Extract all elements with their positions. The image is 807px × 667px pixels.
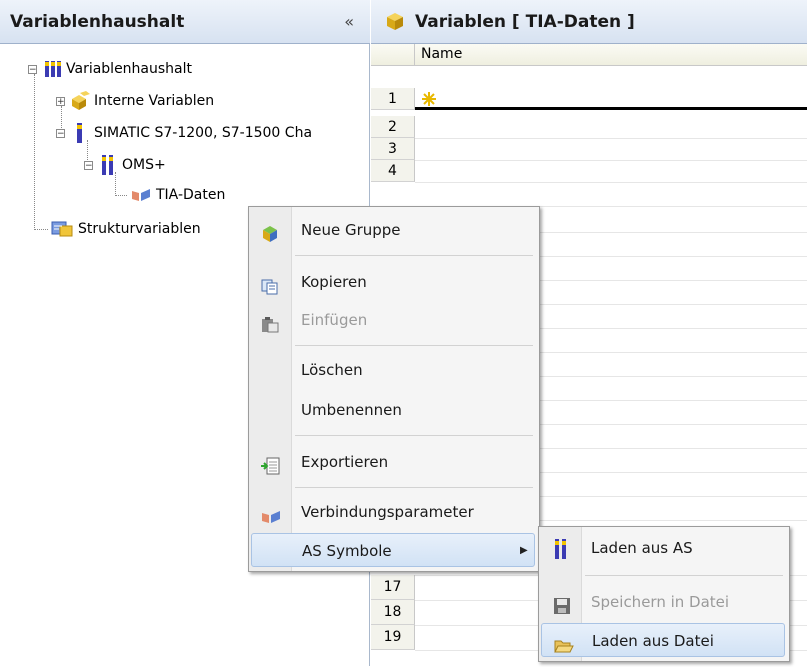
plc-single-icon: [76, 123, 84, 150]
menu-item-speichern-in-datei: Speichern in Datei: [541, 585, 785, 619]
tree-item-tia-daten[interactable]: TIA-Daten: [130, 184, 280, 206]
row-number[interactable]: 2: [371, 116, 415, 138]
struct-icon: [50, 220, 74, 245]
left-panel-title: Variablenhaushalt: [10, 12, 185, 32]
tree-item-interne-variablen[interactable]: + Interne Variablen: [50, 90, 360, 112]
menu-item-label: Löschen: [301, 361, 363, 379]
menu-item-neue-gruppe[interactable]: Neue Gruppe: [251, 213, 535, 247]
tree-item-variablenhaushalt[interactable]: − Variablenhaushalt: [22, 58, 362, 80]
menu-separator: [295, 487, 533, 488]
grid-line: [415, 182, 807, 183]
menu-item-label: Neue Gruppe: [301, 221, 401, 239]
menu-separator: [295, 435, 533, 436]
menu-item-label: Laden aus Datei: [592, 632, 714, 650]
menu-item-label: Exportieren: [301, 453, 389, 471]
cube-icon: [385, 11, 405, 35]
tree-line: [115, 195, 127, 196]
menu-item-kopieren[interactable]: Kopieren: [251, 265, 535, 299]
open-folder-icon: [554, 633, 574, 653]
menu-item-label: Speichern in Datei: [591, 593, 730, 611]
menu-item-umbenennen[interactable]: Umbenennen: [251, 393, 535, 427]
context-menu: Neue Gruppe Kopieren Einfügen Löschen Um…: [248, 206, 540, 572]
row-number[interactable]: 1: [371, 88, 415, 110]
tree-line: [34, 229, 48, 230]
variable-root-icon: [44, 60, 62, 85]
menu-item-verbindungsparameter[interactable]: Verbindungsparameter: [251, 495, 535, 529]
tree-item-strukturvariablen[interactable]: Strukturvariablen: [50, 218, 250, 240]
cube-group-icon: [69, 91, 91, 118]
menu-item-laden-aus-datei[interactable]: Laden aus Datei: [541, 623, 785, 657]
menu-separator: [295, 345, 533, 346]
row-number[interactable]: 19: [371, 625, 415, 650]
plc-double-icon: [102, 155, 114, 182]
menu-item-loeschen[interactable]: Löschen: [251, 353, 535, 387]
tree-line: [34, 74, 35, 230]
export-icon: [261, 454, 280, 475]
row-number[interactable]: 18: [371, 600, 415, 625]
copy-icon: [261, 274, 279, 295]
tree-item-label: Interne Variablen: [94, 93, 215, 109]
menu-separator: [585, 575, 783, 576]
menu-item-label: Laden aus AS: [591, 539, 693, 557]
tree-item-label: OMS+: [122, 157, 166, 173]
paste-icon: [261, 312, 279, 333]
tree-item-label: TIA-Daten: [156, 187, 226, 203]
collapse-toggle-icon[interactable]: −: [84, 161, 93, 171]
menu-item-label: Kopieren: [301, 273, 367, 291]
tree-item-oms[interactable]: − OMS+: [78, 154, 278, 176]
menu-item-exportieren[interactable]: Exportieren: [251, 445, 535, 479]
left-panel-header: Variablenhaushalt «: [0, 0, 370, 44]
as-symbole-submenu: Laden aus AS Speichern in Datei Laden au…: [538, 526, 790, 662]
menu-item-label: Umbenennen: [301, 401, 402, 419]
menu-item-laden-aus-as[interactable]: Laden aus AS: [541, 531, 785, 565]
collapse-toggle-icon[interactable]: −: [28, 65, 37, 75]
submenu-arrow-icon: ▶: [520, 545, 528, 556]
column-header-name[interactable]: Name: [415, 44, 807, 66]
tree-item-label: Strukturvariablen: [78, 221, 201, 237]
menu-item-label: Einfügen: [301, 311, 368, 329]
connection-icon: [261, 504, 280, 523]
connection-icon: [130, 187, 152, 210]
new-group-icon: [261, 222, 279, 242]
tree-item-simatic[interactable]: − SIMATIC S7-1200, S7-1500 Cha: [50, 122, 368, 144]
plc-double-icon: [555, 538, 573, 559]
tree-item-label: Variablenhaushalt: [66, 61, 193, 77]
column-header-label: Name: [421, 46, 463, 62]
menu-item-as-symbole[interactable]: AS Symbole ▶: [251, 533, 535, 567]
grid-corner: [371, 44, 415, 66]
right-panel-header: Variablen [ TIA-Daten ]: [371, 0, 807, 44]
collapse-toggle-icon[interactable]: −: [56, 129, 65, 139]
save-icon: [553, 594, 571, 614]
grid-line: [415, 160, 807, 161]
row-number[interactable]: 3: [371, 138, 415, 160]
expand-toggle-icon[interactable]: +: [56, 97, 65, 107]
collapse-panel-button[interactable]: «: [344, 12, 354, 31]
menu-item-label: Verbindungsparameter: [301, 503, 474, 521]
row-number[interactable]: 17: [371, 575, 415, 600]
menu-separator: [295, 255, 533, 256]
menu-item-einfuegen: Einfügen: [251, 303, 535, 337]
tree-item-label: SIMATIC S7-1200, S7-1500 Cha: [94, 125, 313, 141]
menu-item-label: AS Symbole: [302, 542, 392, 560]
row-number[interactable]: 4: [371, 160, 415, 182]
row-1-editor[interactable]: [415, 88, 807, 110]
right-panel-title: Variablen [ TIA-Daten ]: [415, 12, 635, 32]
grid-line: [415, 138, 807, 139]
